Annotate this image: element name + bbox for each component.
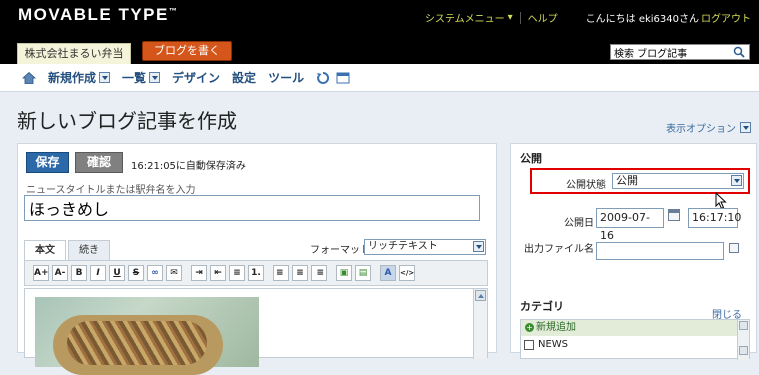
blog-selector-tab[interactable]: 株式会社まるい弁当 [17,43,131,64]
format-select[interactable]: リッチテキスト [364,239,486,255]
category-item[interactable]: NEWS [524,339,568,350]
indent-button[interactable]: ⇥ [191,265,207,281]
main-menu: 新規作成 一覧 デザイン 設定 ツール [0,64,759,92]
menu-settings[interactable]: 設定 [232,69,256,86]
menu-tools[interactable]: ツール [268,69,304,86]
category-scrollbar[interactable] [737,320,749,360]
chevron-down-icon[interactable]: ▾ [508,12,513,23]
tab-more[interactable]: 続き [68,240,110,260]
search-box [610,44,750,60]
output-file-label: 出力ファイル名 [524,244,594,255]
insert-file-button[interactable]: ▤ [355,265,371,281]
italic-button[interactable]: I [90,265,106,281]
unordered-list-button[interactable]: ≡ [229,265,245,281]
tab-body[interactable]: 本文 [24,240,66,260]
font-bigger-button[interactable]: A+ [33,265,49,281]
logout-link[interactable]: ログアウト [701,10,751,25]
align-left-button[interactable]: ≡ [273,265,289,281]
bold-button[interactable]: B [71,265,87,281]
entry-editor-panel: 保存 確認 16:21:05に自動保存済み ニュースタイトルまたは駅弁名を入力 … [17,143,497,375]
display-options-link[interactable]: 表示オプション [666,120,751,135]
category-checkbox[interactable] [524,339,534,350]
scroll-up-icon[interactable] [739,321,748,330]
search-icon[interactable] [732,46,746,58]
insert-image-button[interactable]: ▣ [336,265,352,281]
title-input[interactable] [24,195,480,221]
email-link-button[interactable]: ✉ [166,265,182,281]
write-blog-button[interactable]: ブログを書く [142,41,232,61]
autosave-status: 16:21:05に自動保存済み [131,161,246,172]
system-menu-link[interactable]: システムメニュー [425,10,505,25]
editor-toolbar: A+ A- B I U S ∞ ✉ ⇥ ⇤ ≡ 1. ≡ ≡ ≡ ▣ ▤ A <… [24,260,488,286]
title-label: ニュースタイトルまたは駅弁名を入力 [26,185,196,196]
text-color-button[interactable]: A [380,265,396,281]
help-link[interactable]: ヘルプ [528,10,558,25]
home-icon[interactable] [22,71,36,85]
category-list: + 新規追加 NEWS [520,319,750,360]
header-bar: MOVABLE TYPE™ システムメニュー ▾ ヘルプ こんにちは eki63… [0,0,759,64]
save-button[interactable]: 保存 [26,152,69,173]
editor-scrollbar[interactable] [473,289,487,359]
plus-icon: + [525,323,534,332]
divider [519,11,521,24]
ordered-list-button[interactable]: 1. [248,265,264,281]
calendar-icon[interactable] [668,209,680,221]
chevron-down-icon[interactable] [731,175,742,186]
page-title: 新しいブログ記事を作成 [17,109,237,133]
status-highlight: 公開状態 公開 [530,168,750,194]
editor-content-area[interactable] [24,288,488,375]
publish-date-label: 公開日 [564,218,594,229]
html-mode-button[interactable]: </> [399,265,415,281]
output-file-input[interactable] [596,242,724,260]
search-input[interactable] [611,45,731,59]
link-button[interactable]: ∞ [147,265,163,281]
chevron-down-icon[interactable] [473,241,484,252]
movable-type-logo[interactable]: MOVABLE TYPE™ [18,5,178,25]
add-category-button[interactable]: + 新規追加 [521,320,749,336]
publish-sidebar: 公開 公開状態 公開 公開日 2009-07-16 16:17:10 出力ファイ… [510,143,757,360]
refresh-icon[interactable] [316,71,330,85]
menu-design[interactable]: デザイン [172,69,220,86]
publish-time-input[interactable]: 16:17:10 [688,208,741,228]
align-center-button[interactable]: ≡ [292,265,308,281]
view-site-icon[interactable] [336,71,350,85]
status-label: 公開状態 [566,180,606,191]
status-select[interactable]: 公開 [612,173,744,189]
lock-icon[interactable] [729,243,739,253]
greeting-text: こんにちは eki6340さん [585,14,699,25]
top-nav: システムメニュー ▾ ヘルプ こんにちは eki6340さん ログアウト [425,10,751,25]
preview-button[interactable]: 確認 [75,152,123,173]
font-smaller-button[interactable]: A- [52,265,68,281]
publish-heading: 公開 [520,152,542,165]
publish-date-input[interactable]: 2009-07-16 [596,208,664,242]
strikethrough-button[interactable]: S [128,265,144,281]
menu-list[interactable]: 一覧 [122,69,161,86]
chevron-down-icon[interactable] [740,122,751,133]
outdent-button[interactable]: ⇤ [210,265,226,281]
chevron-down-icon[interactable] [99,72,111,83]
scroll-up-icon[interactable] [475,290,486,301]
bento-photo [35,297,259,375]
menu-new[interactable]: 新規作成 [48,69,111,86]
bento-food-shape [67,321,207,365]
chevron-down-icon[interactable] [149,72,161,83]
align-right-button[interactable]: ≡ [311,265,327,281]
editor-tabs: 本文 続き [24,240,112,260]
underline-button[interactable]: U [109,265,125,281]
category-heading: カテゴリ [520,300,564,313]
